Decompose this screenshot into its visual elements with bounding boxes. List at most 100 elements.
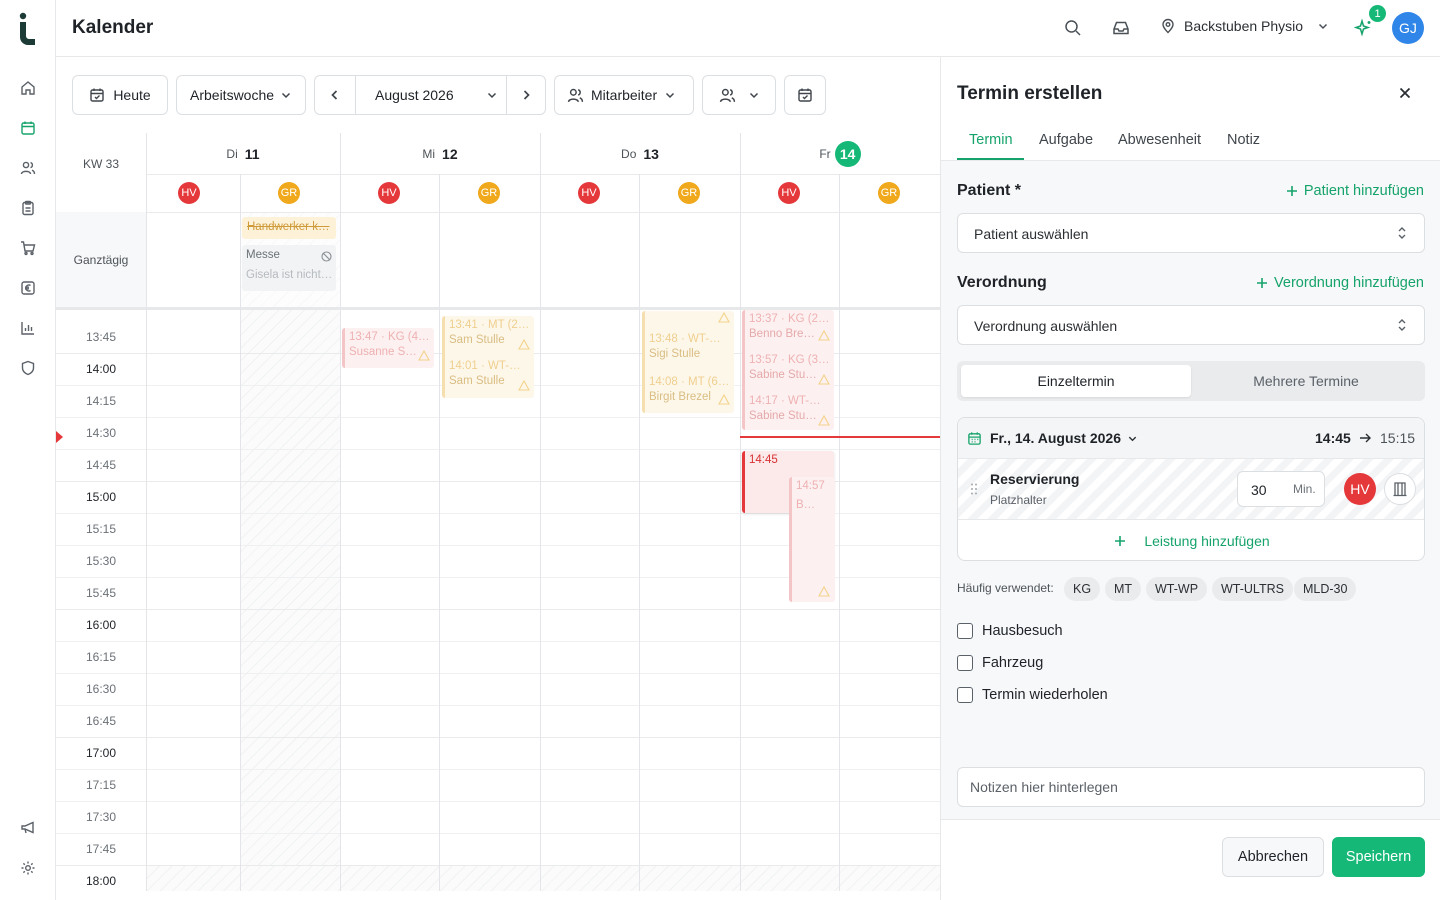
vehicle-checkbox[interactable]: Fahrzeug <box>957 655 1043 671</box>
plus-icon <box>1286 186 1297 196</box>
house-visit-checkbox[interactable]: Hausbesuch <box>957 623 1063 639</box>
close-icon[interactable] <box>1397 85 1413 101</box>
staff-chip-gr[interactable]: GR <box>278 182 300 204</box>
settings-gear-icon[interactable] <box>18 858 38 878</box>
search-icon[interactable] <box>1063 18 1083 38</box>
date-select[interactable]: Fr., 14. August 2026 <box>990 430 1138 446</box>
staff-chip-hv[interactable]: HV <box>378 182 400 204</box>
staff-chip-hv[interactable]: HV <box>178 182 200 204</box>
divider <box>639 174 640 891</box>
euro-icon[interactable] <box>18 278 38 298</box>
event-time: 13:41 · MT (2… <box>449 319 530 331</box>
clipboard-icon[interactable] <box>18 198 38 218</box>
create-appointment-panel: Termin erstellen Termin Aufgabe Abwesenh… <box>940 57 1440 900</box>
frequent-service-chip[interactable]: MT <box>1105 577 1142 601</box>
add-prescription-link[interactable]: Verordnung hinzufügen <box>1256 275 1424 291</box>
time-label: 16:00 <box>85 618 117 632</box>
page-title: Kalender <box>72 17 154 38</box>
calendar-icon[interactable] <box>18 118 38 138</box>
chevron-down-icon <box>1128 436 1137 441</box>
app-logo[interactable] <box>18 12 38 46</box>
time-label: 17:00 <box>85 746 117 760</box>
add-service-button[interactable]: Leistung hinzufügen <box>958 520 1424 560</box>
time-label: 18:00 <box>85 874 117 888</box>
patient-label: Patient * <box>957 182 1022 199</box>
location-selector[interactable]: Backstuben Physio <box>1160 18 1329 34</box>
notes-input[interactable]: Notizen hier hinterlegen <box>957 767 1425 807</box>
divider <box>839 174 840 891</box>
room-button[interactable] <box>1384 473 1416 505</box>
calendar-event[interactable]: 14:57 B… <box>789 477 835 602</box>
staff-chip-hv[interactable]: HV <box>578 182 600 204</box>
tab-termin[interactable]: Termin <box>969 132 1013 148</box>
tab-notiz[interactable]: Notiz <box>1227 132 1260 148</box>
statistics-icon[interactable] <box>18 318 38 338</box>
repeat-checkbox[interactable]: Termin wiederholen <box>957 687 1108 703</box>
patients-icon[interactable] <box>18 158 38 178</box>
day-header-wed[interactable]: Mi 12 <box>340 133 540 174</box>
divider <box>146 174 940 175</box>
staff-chip-gr[interactable]: GR <box>678 182 700 204</box>
add-patient-link[interactable]: Patient hinzufügen <box>1286 183 1424 199</box>
duration-input[interactable]: 30 Min. <box>1237 471 1325 507</box>
add-service-label: Leistung hinzufügen <box>1144 533 1270 549</box>
tab-abwesenheit[interactable]: Abwesenheit <box>1118 132 1201 148</box>
view-select[interactable]: Arbeitswoche <box>176 75 306 115</box>
divider <box>146 212 940 213</box>
therapist-avatar[interactable]: HV <box>1344 473 1376 505</box>
view-label: Arbeitswoche <box>190 87 275 103</box>
frequent-service-chip[interactable]: KG <box>1064 577 1101 601</box>
day-header-tue[interactable]: Di 11 <box>146 133 340 174</box>
frequent-service-chip[interactable]: WT-ULTRS <box>1212 577 1293 601</box>
month-select[interactable]: August 2026 <box>356 76 506 114</box>
chevron-left-icon <box>331 90 338 100</box>
calendar-event[interactable]: 13:37 · KG (2… Benno Bre… 13:57 · KG (3…… <box>742 310 834 430</box>
event-time: 14:17 · WT-… <box>749 395 821 407</box>
sparkle-icon[interactable] <box>1354 18 1374 38</box>
home-icon[interactable] <box>18 78 38 98</box>
cart-icon[interactable] <box>18 238 38 258</box>
cancel-button[interactable]: Abbrechen <box>1222 837 1324 877</box>
next-button[interactable] <box>506 76 545 114</box>
unavailable-area <box>240 310 340 891</box>
staff-chip-gr[interactable]: GR <box>878 182 900 204</box>
end-time[interactable]: 15:15 <box>1380 430 1415 446</box>
panel-footer: Abbrechen Speichern <box>941 819 1440 900</box>
location-name: Backstuben Physio <box>1184 18 1304 34</box>
drag-handle-icon[interactable] <box>971 483 977 495</box>
active-tab-indicator <box>957 158 1024 160</box>
shield-icon[interactable] <box>18 358 38 378</box>
divider <box>240 174 241 891</box>
today-button[interactable]: Heute <box>72 75 168 115</box>
allday-event-absence[interactable]: Messe Gisela ist nicht… <box>242 245 336 291</box>
prescription-select[interactable]: Verordnung auswählen <box>957 305 1425 345</box>
multiple-appointments-option[interactable]: Mehrere Termine <box>1191 365 1421 397</box>
single-appointment-option[interactable]: Einzeltermin <box>961 365 1191 397</box>
calendar-check-button[interactable] <box>784 75 826 115</box>
prev-button[interactable] <box>315 76 356 114</box>
day-header-fri[interactable]: Fr 14 <box>740 133 940 174</box>
allday-event[interactable]: Handwerker k… <box>242 217 336 239</box>
appointment-type-toggle: Einzeltermin Mehrere Termine <box>957 361 1425 401</box>
staff-chip-gr[interactable]: GR <box>478 182 500 204</box>
patient-select[interactable]: Patient auswählen <box>957 213 1425 253</box>
time-row-divider <box>56 769 940 770</box>
time-label: 15:15 <box>85 522 117 536</box>
inbox-icon[interactable] <box>1111 18 1131 38</box>
warning-icon <box>818 330 830 341</box>
calendar-event[interactable]: 13:47 · KG (4… Susanne S… <box>342 328 434 368</box>
group-filter[interactable] <box>702 75 776 115</box>
start-time[interactable]: 14:45 <box>1315 430 1351 446</box>
staff-filter[interactable]: Mitarbeiter <box>554 75 694 115</box>
frequent-service-chip[interactable]: WT-WP <box>1146 577 1208 601</box>
tab-aufgabe[interactable]: Aufgabe <box>1039 132 1093 148</box>
chevron-down-icon <box>282 92 291 99</box>
user-avatar[interactable]: GJ <box>1392 12 1424 44</box>
megaphone-icon[interactable] <box>18 818 38 838</box>
frequent-service-chip[interactable]: MLD-30 <box>1294 577 1357 601</box>
panel-title: Termin erstellen <box>957 83 1103 104</box>
save-button[interactable]: Speichern <box>1332 837 1425 877</box>
day-header-thu[interactable]: Do 13 <box>540 133 740 174</box>
staff-chip-hv[interactable]: HV <box>778 182 800 204</box>
event-time: 13:47 · KG (4… <box>349 331 430 343</box>
